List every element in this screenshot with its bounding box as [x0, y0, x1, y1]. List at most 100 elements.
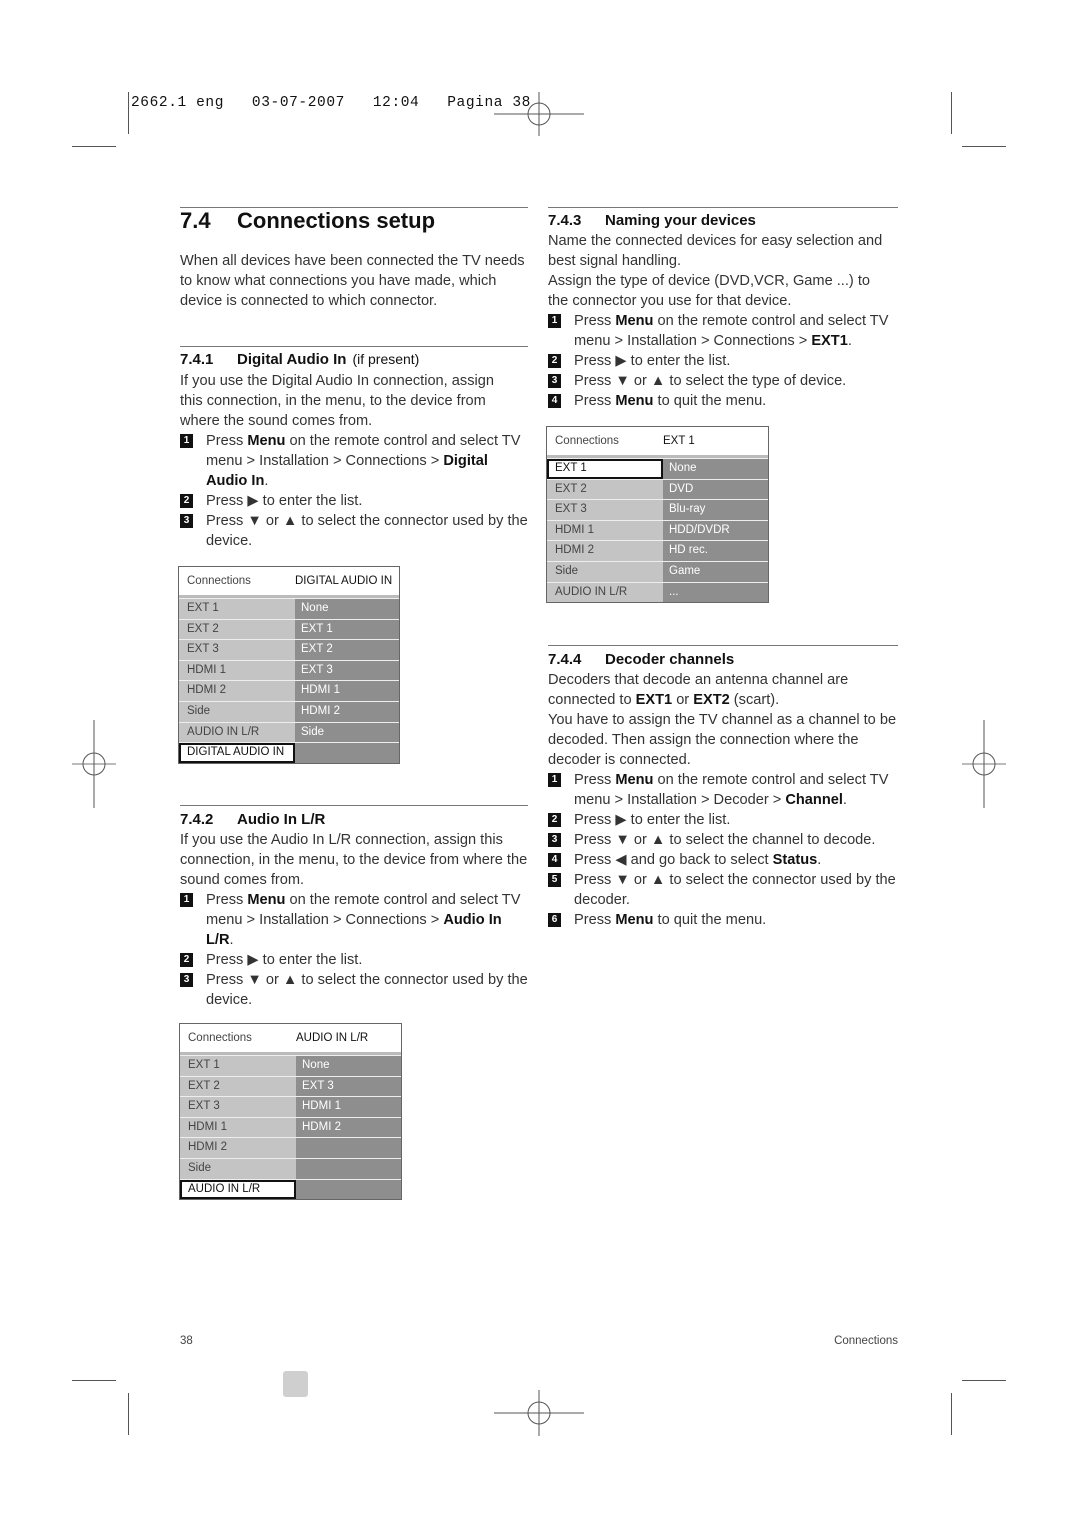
menu-option[interactable]: Game: [663, 561, 768, 582]
step-number-badge: 4: [548, 853, 561, 867]
menu-option[interactable]: Side: [295, 722, 399, 743]
menu-item[interactable]: EXT 2: [179, 619, 295, 640]
menu-item[interactable]: EXT 2: [547, 479, 663, 500]
registration-mark-icon: [72, 720, 116, 808]
menu-item[interactable]: EXT 1: [180, 1056, 296, 1076]
menu-item[interactable]: HDMI 2: [180, 1138, 296, 1158]
crop-mark: [951, 1393, 952, 1435]
step-item: 1 Press Menu on the remote control and se…: [180, 431, 532, 491]
menu-option[interactable]: ...: [663, 582, 768, 603]
menu-option[interactable]: EXT 3: [295, 660, 399, 681]
menu-header: Connections DIGITAL AUDIO IN: [179, 567, 399, 598]
menu-header-title: Connections: [555, 435, 619, 447]
step-text: .: [817, 852, 822, 868]
menu-row: EXT 2 EXT 1: [179, 618, 399, 640]
section-title-text: Connections setup: [237, 208, 436, 233]
menu-header: Connections EXT 1: [547, 427, 768, 458]
menu-option[interactable]: [296, 1179, 401, 1200]
menu-item[interactable]: Side: [180, 1158, 296, 1179]
steps-list: 1 Press Menu on the remote control and se…: [180, 431, 532, 551]
subsection-body: Decoders that decode an antenna channel …: [548, 670, 893, 710]
menu-item[interactable]: HDMI 1: [547, 520, 663, 541]
menu-item[interactable]: AUDIO IN L/R: [547, 582, 663, 603]
menu-item[interactable]: HDMI 2: [547, 541, 663, 561]
menu-item[interactable]: EXT 3: [179, 640, 295, 660]
step-number-badge: 2: [548, 813, 561, 827]
menu-item[interactable]: Side: [179, 701, 295, 722]
step-number-badge: 3: [180, 514, 193, 528]
body-text: (scart).: [729, 692, 780, 708]
menu-row: Side: [180, 1157, 401, 1179]
step-text: Press ◀ and go back to select: [574, 852, 773, 868]
menu-item[interactable]: AUDIO IN L/R: [179, 722, 295, 743]
subsection-number: 7.4.2: [180, 811, 214, 828]
menu-option[interactable]: HD rec.: [663, 541, 768, 561]
menu-header-title: Connections: [188, 1032, 252, 1044]
color-swatch: [283, 1371, 308, 1397]
print-slug: 2662.1 eng 03-07-2007 12:04 Pagina 38: [131, 95, 531, 111]
section-intro: When all devices have been connected the…: [180, 253, 525, 309]
menu-option[interactable]: DVD: [663, 479, 768, 500]
subsection-title: Digital Audio In: [237, 351, 347, 368]
step-number-badge: 1: [180, 434, 193, 448]
crop-mark: [128, 1393, 129, 1435]
menu-item-selected[interactable]: EXT 1: [547, 459, 663, 479]
menu-option[interactable]: HDD/DVDR: [663, 520, 768, 541]
menu-item[interactable]: HDMI 2: [179, 681, 295, 701]
subsection-title: Audio In L/R: [237, 811, 326, 828]
step-text: Press ▶ to enter the list.: [574, 353, 731, 369]
menu-row: EXT 2 DVD: [547, 478, 768, 500]
menu-audio-in-lr: Connections AUDIO IN L/R EXT 1 None EXT 2 EXT…: [179, 1023, 402, 1201]
menu-header-current: EXT 1: [663, 435, 695, 447]
menu-item[interactable]: EXT 1: [179, 599, 295, 619]
menu-option[interactable]: [296, 1158, 401, 1179]
step-item: 1 Press Menu on the remote control and se…: [180, 890, 532, 950]
body-text: or: [672, 692, 694, 708]
menu-row: EXT 2 EXT 3: [180, 1075, 401, 1097]
menu-header: Connections AUDIO IN L/R: [180, 1024, 401, 1055]
subsection-number: 7.4.4: [548, 651, 582, 668]
step-bold: Menu: [615, 313, 654, 329]
menu-item[interactable]: HDMI 1: [180, 1117, 296, 1138]
subsection-rule: [180, 346, 528, 347]
subsection-body-2: You have to assign the TV channel as a c…: [548, 712, 897, 768]
menu-ext1-device-type: Connections EXT 1 EXT 1 None EXT 2 DVD EXT 3 Bl…: [546, 426, 769, 604]
step-item: 4 Press Menu to quit the menu.: [548, 391, 900, 411]
menu-row: HDMI 1 EXT 3: [179, 659, 399, 681]
step-item: 2 Press ▶ to enter the list.: [548, 810, 903, 830]
menu-option[interactable]: EXT 1: [295, 619, 399, 640]
menu-option[interactable]: HDMI 2: [296, 1117, 401, 1138]
menu-option[interactable]: [296, 1138, 401, 1158]
menu-option[interactable]: None: [296, 1056, 401, 1076]
step-text: Press ▶ to enter the list.: [574, 812, 731, 828]
menu-option[interactable]: HDMI 1: [295, 681, 399, 701]
subsection-body: If you use the Digital Audio In connecti…: [180, 373, 494, 429]
menu-item[interactable]: Side: [547, 561, 663, 582]
menu-item[interactable]: EXT 2: [180, 1076, 296, 1097]
step-item: 4 Press ◀ and go back to select Status.: [548, 850, 903, 870]
body-bold: EXT2: [693, 692, 730, 708]
menu-option[interactable]: Blu-ray: [663, 500, 768, 520]
menu-option[interactable]: None: [295, 599, 399, 619]
footer-section-name: Connections: [834, 1335, 898, 1347]
crop-mark: [72, 1380, 116, 1381]
menu-item-selected[interactable]: AUDIO IN L/R: [180, 1179, 296, 1200]
menu-item[interactable]: EXT 3: [180, 1097, 296, 1117]
menu-option[interactable]: EXT 3: [296, 1076, 401, 1097]
menu-option[interactable]: HDMI 2: [295, 701, 399, 722]
menu-option[interactable]: [295, 743, 399, 763]
crop-mark: [962, 146, 1006, 147]
menu-item[interactable]: EXT 3: [547, 500, 663, 520]
menu-option[interactable]: HDMI 1: [296, 1097, 401, 1117]
menu-item[interactable]: HDMI 1: [179, 660, 295, 681]
step-text: Press ▼ or ▲ to select the connector use…: [206, 972, 528, 1008]
menu-item-selected[interactable]: DIGITAL AUDIO IN: [179, 743, 295, 763]
step-text: .: [264, 473, 269, 489]
menu-option[interactable]: EXT 2: [295, 640, 399, 660]
menu-option[interactable]: None: [663, 459, 768, 479]
step-number-badge: 1: [548, 314, 561, 328]
menu-row: EXT 3 HDMI 1: [180, 1096, 401, 1117]
step-text: .: [842, 792, 847, 808]
menu-row: Side HDMI 2: [179, 700, 399, 722]
step-number-badge: 2: [180, 494, 193, 508]
